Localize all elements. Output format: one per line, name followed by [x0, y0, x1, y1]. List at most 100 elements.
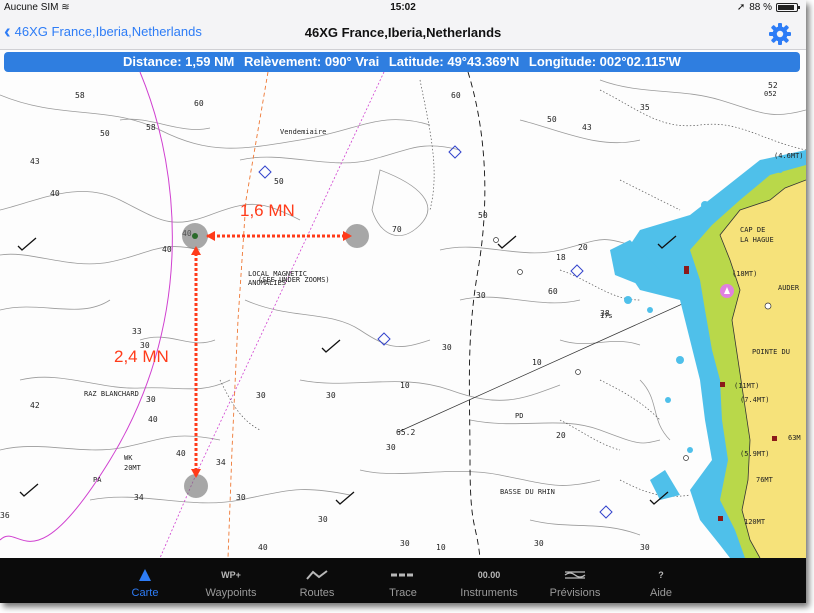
depth-sounding: 40 [50, 189, 60, 198]
depth-sounding: 18 [556, 253, 566, 262]
depth-sounding: 70 [392, 225, 402, 234]
depth-sounding: 33 [132, 327, 142, 336]
depth-sounding: 40 [162, 245, 172, 254]
depth-sounding: 43 [30, 157, 40, 166]
depth-sounding: 43 [582, 123, 592, 132]
depth-sounding: 10 [436, 543, 446, 552]
navigation-bar: ‹ 46XG France,Iberia,Netherlands 46XG Fr… [0, 17, 806, 50]
place-label: LA HAGUE [740, 236, 774, 244]
wreck-label: WK [124, 454, 133, 462]
height-label: 120MT [744, 518, 766, 526]
depth-sounding: 40 [176, 449, 186, 458]
tab-trace[interactable]: Trace [360, 558, 446, 603]
height-label: (11MT) [734, 382, 759, 390]
tab-bar: Carte WP+ Waypoints Routes Trace 00.00 I… [0, 558, 806, 603]
trace-icon [390, 567, 416, 583]
depth-sounding: 58 [75, 91, 85, 100]
depth-sounding: 34 [216, 458, 226, 467]
instruments-icon: 00.00 [477, 570, 501, 580]
depth-sounding: 50 [478, 211, 488, 220]
depth-sounding: 60 [451, 91, 461, 100]
app-window: Aucune SIM ≋ 15:02 ➚ 88 % ‹ 46XG France,… [0, 0, 806, 603]
depth-sounding: 30 [640, 543, 650, 552]
help-icon: ? [658, 570, 664, 580]
depth-sounding: 34 [134, 493, 144, 502]
place-label: AUDER [778, 284, 800, 292]
current-diamond-icon[interactable] [258, 165, 272, 179]
depth-sounding: 30 [236, 493, 246, 502]
chart-canvas[interactable]: 58 60 52 60 35 43 50 58 50 43 40 50 40 4… [0, 72, 806, 558]
place-label: RAZ BLANCHARD [84, 390, 139, 398]
depth-sounding: 20 [578, 243, 588, 252]
battery-icon [776, 3, 800, 12]
depth-sounding: 52 [768, 81, 778, 90]
tab-label: Aide [649, 587, 673, 599]
depth-sounding: 30 [146, 395, 156, 404]
current-diamond-icon[interactable] [570, 264, 584, 278]
tide-symbol-icon [321, 339, 341, 353]
tab-label: Carte [131, 587, 159, 599]
chevron-left-icon: ‹ [4, 20, 11, 43]
tide-symbol-icon [19, 483, 39, 497]
measurement-info-bar: Distance: 1,59 NM Relèvement: 090° Vrai … [4, 52, 800, 72]
forecast-icon [563, 567, 587, 583]
height-label: (5.9MT) [740, 450, 770, 458]
tab-previsions[interactable]: Prévisions [532, 558, 618, 603]
battery-status: ➚ 88 % [736, 2, 800, 13]
depth-sounding: 30 [400, 539, 410, 548]
height-label: (7.4MT) [740, 396, 770, 404]
depth-sounding: 30 [318, 515, 328, 524]
chart-abbrev: 052 [764, 90, 777, 98]
status-bar: Aucune SIM ≋ 15:02 ➚ 88 % [0, 0, 806, 17]
tab-label: Waypoints [205, 587, 257, 599]
depth-sounding: 30 [534, 539, 544, 548]
back-button[interactable]: ‹ 46XG France,Iberia,Netherlands [4, 20, 202, 43]
wreck-label: Vendemiaire [280, 128, 326, 136]
depth-sounding: 58 [146, 123, 156, 132]
tab-label: Prévisions [549, 587, 601, 599]
anomaly-label: ANOMALIES [248, 279, 286, 287]
depth-sounding: 40 [258, 543, 268, 552]
place-label: BASSE DU RHIN [500, 488, 555, 496]
current-diamond-icon[interactable] [599, 505, 613, 519]
height-label: 63M [788, 434, 801, 442]
depth-sounding: 30 [476, 291, 486, 300]
longitude-readout: Longitude: 002°02.115'W [528, 54, 681, 69]
battery-percent: 88 % [749, 2, 772, 13]
tab-label: Instruments [460, 587, 518, 599]
depth-sounding: 30 [442, 343, 452, 352]
height-label: (4.6MT) [774, 152, 804, 160]
depth-sounding: 60 [548, 287, 558, 296]
chart-abbrev: PD [515, 412, 523, 420]
depth-sounding: 65.2 [396, 428, 415, 437]
tab-aide[interactable]: ? Aide [618, 558, 704, 603]
place-label: CAP DE [740, 226, 765, 234]
depth-sounding: 30 [256, 391, 266, 400]
tab-routes[interactable]: Routes [274, 558, 360, 603]
height-label: 76MT [756, 476, 774, 484]
tab-carte[interactable]: Carte [102, 558, 188, 603]
depth-sounding: 35 [640, 103, 650, 112]
latitude-readout: Latitude: 49°43.369'N [388, 54, 520, 69]
chart-abbrev: PA [93, 476, 102, 484]
back-label: 46XG France,Iberia,Netherlands [14, 24, 202, 39]
waypoint-add-icon: WP+ [221, 570, 241, 580]
nautical-chart[interactable]: 58 60 52 60 35 43 50 58 50 43 40 50 40 4… [0, 72, 806, 558]
depth-sounding: 20 [556, 431, 566, 440]
map-triangle-icon [138, 567, 152, 583]
route-icon [306, 567, 328, 583]
location-arrow-icon: ➚ [736, 2, 746, 13]
distance-readout: Distance: 1,59 NM [123, 54, 235, 69]
depth-sounding: 50 [547, 115, 557, 124]
measurement-overlay: 1,6 MN 2,4 MN [114, 201, 369, 498]
gear-icon[interactable] [768, 22, 792, 46]
tab-instruments[interactable]: 00.00 Instruments [446, 558, 532, 603]
light-label: 17s [600, 312, 613, 320]
height-label: (18MT) [732, 270, 757, 278]
tide-symbol-icon [17, 237, 37, 251]
depth-sounding: 10 [400, 381, 410, 390]
depth-sounding: 10 [532, 358, 542, 367]
depth-sounding: 60 [194, 99, 204, 108]
bearing-readout: Relèvement: 090° Vrai [243, 54, 380, 69]
tab-waypoints[interactable]: WP+ Waypoints [188, 558, 274, 603]
